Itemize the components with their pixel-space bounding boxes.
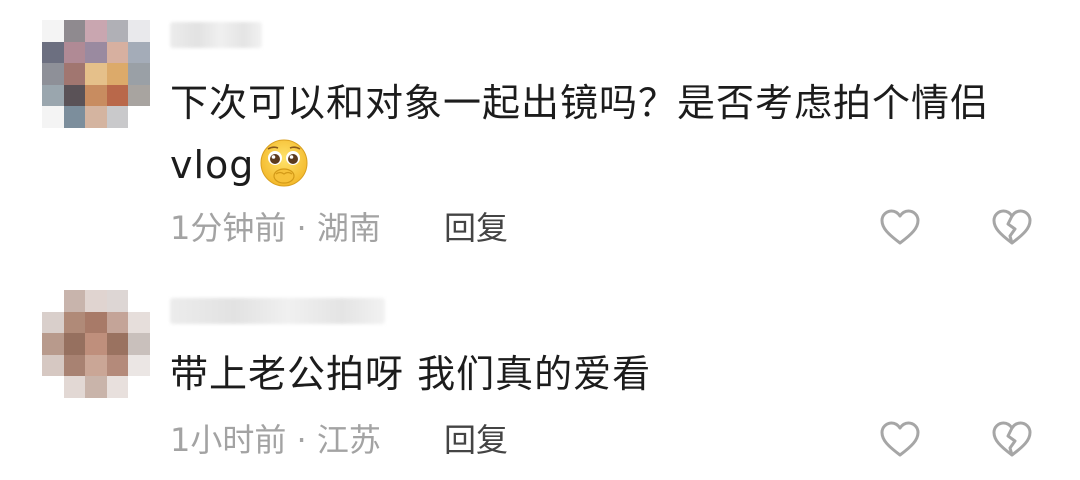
broken-heart-icon[interactable] (990, 206, 1034, 250)
comment-text: 带上老公拍呀 我们真的爱看 (170, 343, 1050, 405)
comment-text: 下次可以和对象一起出镜吗？是否考虑拍个情侣vlog (170, 72, 1050, 196)
broken-heart-icon[interactable] (990, 418, 1034, 462)
avatar[interactable] (42, 290, 150, 398)
heart-outline-icon[interactable] (878, 418, 922, 462)
heart-outline-icon[interactable] (878, 206, 922, 250)
reply-button[interactable]: 回复 (444, 420, 508, 460)
comment-item: 下次可以和对象一起出镜吗？是否考虑拍个情侣vlog 1分钟前 · 湖南 回复 (0, 0, 1080, 260)
pleading-face-emoji (260, 139, 308, 187)
comment-meta: 1分钟前 · 湖南 (170, 209, 381, 247)
comment-meta: 1小时前 · 江苏 (170, 421, 381, 459)
avatar[interactable] (42, 20, 150, 128)
username-blurred[interactable] (170, 298, 385, 324)
comment-text-content: 带上老公拍呀 我们真的爱看 (170, 352, 652, 396)
reply-button[interactable]: 回复 (444, 208, 508, 248)
username-blurred[interactable] (170, 22, 262, 48)
